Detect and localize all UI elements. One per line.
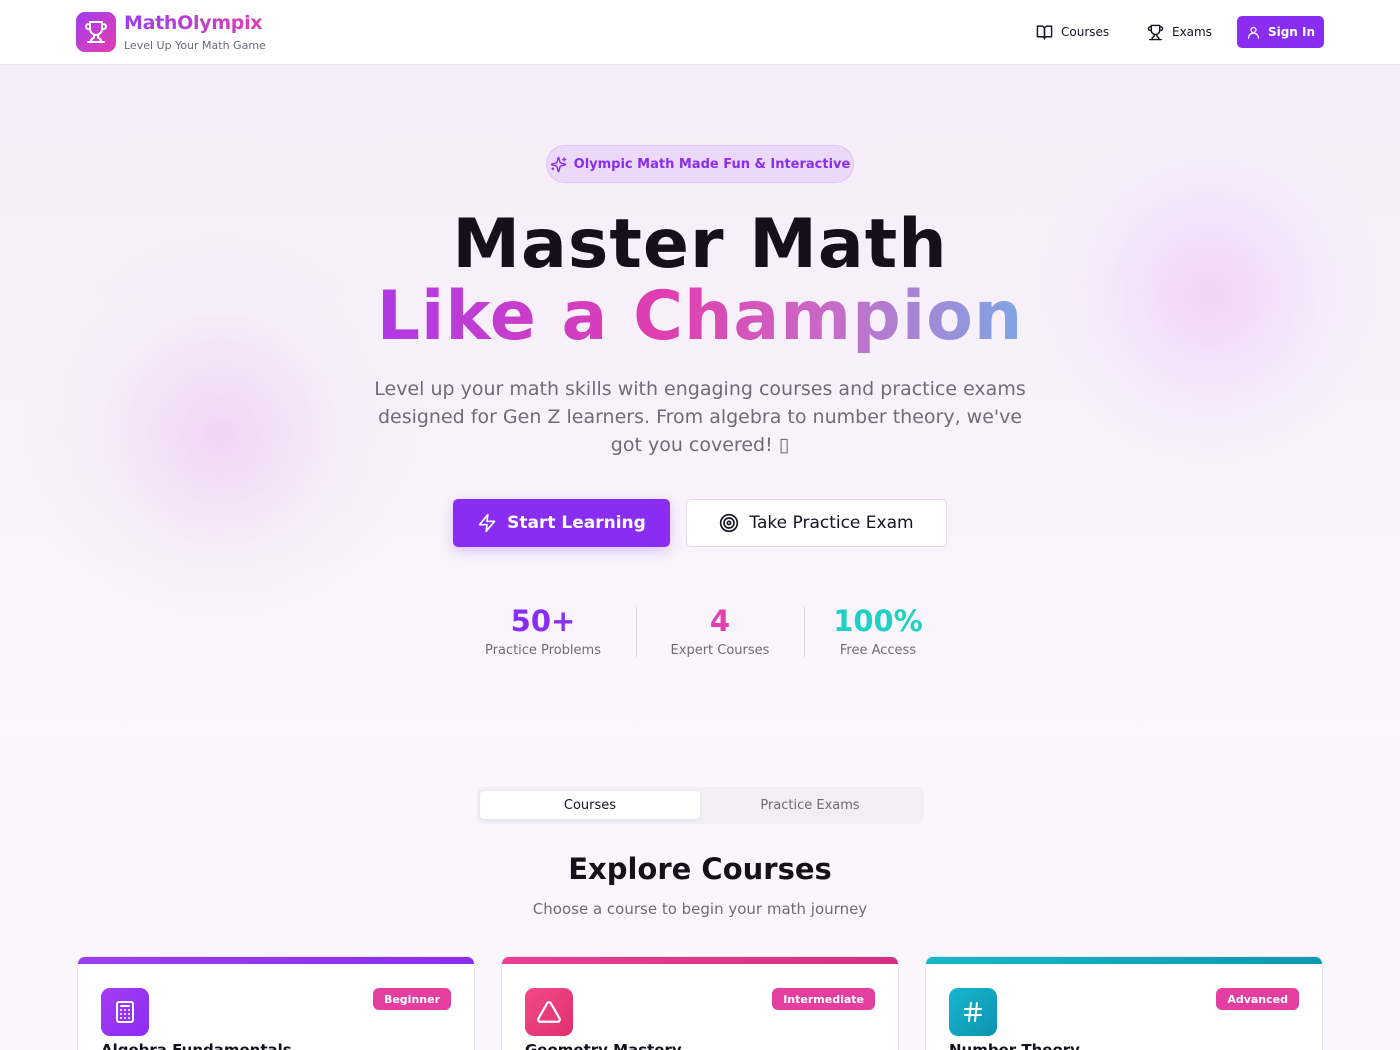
hero-pill-text: Olympic Math Made Fun & Interactive	[573, 156, 851, 172]
stat-practice-problems: 50+ Practice Problems	[468, 601, 618, 658]
nav-courses-label: Courses	[1061, 25, 1110, 39]
top-navbar: MathOlympix Level Up Your Math Game Cour…	[0, 0, 1400, 65]
trophy-icon	[85, 21, 107, 43]
hero-pill-badge: Olympic Math Made Fun & Interactive	[546, 145, 854, 183]
difficulty-badge: Intermediate	[772, 988, 875, 1010]
hash-icon	[949, 988, 997, 1036]
course-card[interactable]: Advanced Number Theory	[925, 956, 1323, 1050]
start-learning-button[interactable]: Start Learning	[453, 499, 670, 547]
triangle-icon	[525, 988, 573, 1036]
tab-practice-exams[interactable]: Practice Exams	[700, 791, 920, 819]
brand-tagline: Level Up Your Math Game	[124, 39, 266, 52]
difficulty-badge: Beginner	[372, 988, 451, 1010]
card-accent-bar	[78, 957, 474, 964]
course-title: Geometry Mastery	[525, 1041, 682, 1050]
logo[interactable]	[76, 12, 116, 52]
sparkles-icon	[550, 156, 566, 172]
difficulty-badge: Advanced	[1216, 988, 1299, 1010]
content-tabs: Courses Practice Exams	[477, 787, 924, 824]
stat-value: 100%	[833, 604, 923, 638]
zap-icon	[478, 513, 496, 533]
course-title: Number Theory	[949, 1041, 1080, 1050]
hero-headline-gradient-text: Like a Champion	[376, 277, 1024, 356]
tab-courses[interactable]: Courses	[480, 791, 700, 819]
target-icon	[720, 513, 739, 533]
section-title: Explore Courses	[568, 852, 832, 886]
stat-divider	[636, 607, 637, 657]
trophy-icon	[1147, 24, 1164, 40]
stat-label: Free Access	[839, 643, 917, 658]
nav-exams-label: Exams	[1172, 25, 1212, 39]
book-open-icon	[1036, 24, 1053, 40]
nav-exams[interactable]: Exams	[1147, 22, 1212, 42]
brand-name[interactable]: MathOlympix	[124, 12, 263, 34]
calculator-icon	[101, 988, 149, 1036]
user-icon	[1247, 26, 1260, 39]
course-card[interactable]: Intermediate Geometry Mastery	[501, 956, 899, 1050]
section-subtitle: Choose a course to begin your math journ…	[532, 900, 868, 918]
hero-subtitle: Level up your math skills with engaging …	[374, 378, 1026, 456]
hero-headline-line2: Like a Champion	[0, 277, 1400, 357]
card-accent-bar	[926, 957, 1322, 964]
stat-label: Expert Courses	[670, 643, 770, 658]
course-title: Algebra Fundamentals	[101, 1041, 292, 1050]
sign-in-label: Sign In	[1267, 25, 1316, 39]
start-learning-label: Start Learning	[507, 513, 646, 533]
hero-section: Olympic Math Made Fun & Interactive Mast…	[0, 65, 1400, 740]
stat-label: Practice Problems	[485, 643, 601, 658]
take-practice-exam-label: Take Practice Exam	[749, 513, 914, 533]
hero-headline-line1: Master Math	[452, 205, 948, 284]
stat-expert-courses: 4 Expert Courses	[645, 601, 795, 658]
stat-value: 4	[709, 604, 731, 638]
take-practice-exam-button[interactable]: Take Practice Exam	[686, 499, 947, 547]
nav-courses[interactable]: Courses	[1036, 22, 1109, 42]
sign-in-button[interactable]: Sign In	[1237, 16, 1324, 48]
course-card[interactable]: Beginner Algebra Fundamentals	[77, 956, 475, 1050]
card-accent-bar	[502, 957, 898, 964]
stat-value: 50+	[510, 604, 576, 638]
stat-free-access: 100% Free Access	[803, 601, 953, 658]
